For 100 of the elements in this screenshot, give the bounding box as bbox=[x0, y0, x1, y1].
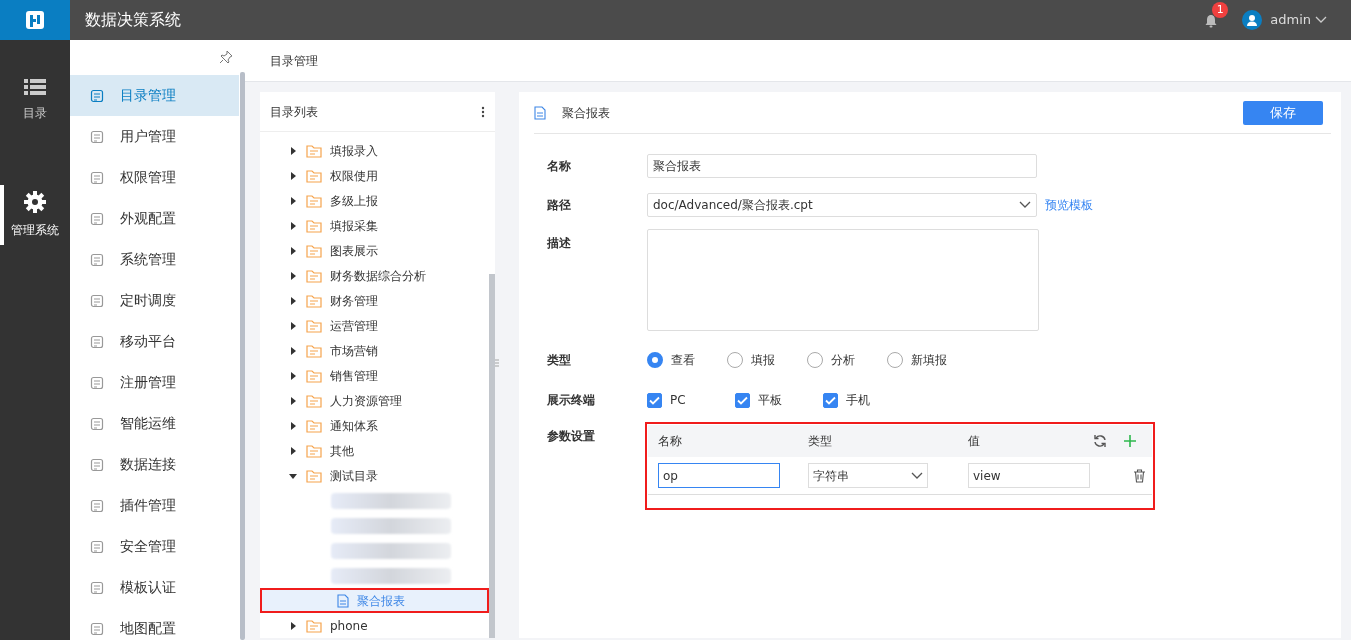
caret-right-icon[interactable] bbox=[288, 445, 298, 456]
parameter-type-dropdown[interactable]: 字符串 bbox=[808, 463, 928, 488]
tree-item[interactable]: 人力资源管理 bbox=[260, 388, 489, 413]
field-label: 路径 bbox=[547, 197, 572, 214]
folder-icon bbox=[306, 193, 322, 208]
menu-item-icon bbox=[90, 539, 104, 554]
sidebar-item[interactable]: 注册管理 bbox=[70, 362, 239, 403]
document-icon bbox=[337, 593, 349, 608]
description-field[interactable] bbox=[647, 229, 1039, 331]
logo-icon bbox=[25, 10, 45, 30]
menu-item-icon bbox=[90, 129, 104, 144]
save-button[interactable]: 保存 bbox=[1243, 100, 1323, 125]
scrollbar[interactable] bbox=[489, 274, 495, 638]
sidebar-item[interactable]: 插件管理 bbox=[70, 485, 239, 526]
rail-tab[interactable]: 管理系统 bbox=[0, 180, 70, 250]
caret-right-icon[interactable] bbox=[288, 145, 298, 156]
folder-icon bbox=[306, 343, 322, 358]
user-menu[interactable]: admin bbox=[1242, 10, 1327, 30]
caret-right-icon[interactable] bbox=[288, 295, 298, 306]
caret-right-icon[interactable] bbox=[288, 270, 298, 281]
caret-right-icon[interactable] bbox=[288, 620, 298, 631]
field-label: 名称 bbox=[547, 158, 572, 175]
delete-icon[interactable] bbox=[1133, 468, 1146, 483]
sidebar-item[interactable]: 目录管理 bbox=[70, 75, 239, 116]
menu-item-icon bbox=[90, 457, 104, 472]
radio-option[interactable]: 填报 bbox=[727, 351, 807, 369]
checkbox-option[interactable]: 手机 bbox=[823, 391, 911, 409]
column-header: 名称 bbox=[658, 433, 683, 450]
grip-icon[interactable] bbox=[495, 359, 499, 369]
settings-icon bbox=[24, 191, 46, 213]
tree-item[interactable]: 财务管理 bbox=[260, 288, 489, 313]
tree-item[interactable]: 运营管理 bbox=[260, 313, 489, 338]
tree-item[interactable]: 市场营销 bbox=[260, 338, 489, 363]
check-icon bbox=[737, 395, 748, 405]
checkbox-option[interactable]: 平板 bbox=[735, 391, 823, 409]
bell-icon[interactable] bbox=[1204, 13, 1219, 28]
folder-icon bbox=[306, 168, 322, 183]
avatar-icon bbox=[1242, 10, 1263, 30]
name-field[interactable]: 聚合报表 bbox=[647, 154, 1037, 178]
sidebar-item[interactable]: 地图配置 bbox=[70, 608, 239, 640]
tree-item[interactable]: 填报录入 bbox=[260, 138, 489, 163]
folder-icon bbox=[306, 443, 322, 458]
sidebar-item[interactable]: 智能运维 bbox=[70, 403, 239, 444]
column-header: 值 bbox=[968, 433, 981, 450]
panel-title: 目录列表 bbox=[270, 103, 318, 121]
caret-right-icon[interactable] bbox=[288, 420, 298, 431]
caret-right-icon[interactable] bbox=[288, 345, 298, 356]
folder-icon bbox=[306, 368, 322, 383]
refresh-icon[interactable] bbox=[1093, 434, 1107, 448]
checkbox[interactable] bbox=[823, 392, 838, 408]
sidebar-item[interactable]: 移动平台 bbox=[70, 321, 239, 362]
parameter-value-field[interactable]: view bbox=[968, 463, 1090, 488]
tree-item[interactable]: phone bbox=[260, 613, 489, 638]
caret-right-icon[interactable] bbox=[288, 220, 298, 231]
tree-item[interactable]: 销售管理 bbox=[260, 363, 489, 388]
caret-right-icon[interactable] bbox=[288, 320, 298, 331]
tree-item[interactable]: 其他 bbox=[260, 438, 489, 463]
tree-item[interactable]: 通知体系 bbox=[260, 413, 489, 438]
path-dropdown[interactable]: doc/Advanced/聚合报表.cpt bbox=[647, 193, 1037, 217]
folder-icon bbox=[306, 468, 322, 483]
checkbox[interactable] bbox=[735, 392, 750, 408]
tree-item[interactable]: 多级上报 bbox=[260, 188, 489, 213]
tree-item[interactable]: 财务数据综合分析 bbox=[260, 263, 489, 288]
radio-button[interactable] bbox=[647, 352, 663, 368]
parameter-name-field[interactable]: op bbox=[658, 463, 780, 488]
rail-tab[interactable]: 目录 bbox=[0, 65, 70, 135]
sidebar-item[interactable]: 数据连接 bbox=[70, 444, 239, 485]
editor-title: 聚合报表 bbox=[562, 104, 610, 122]
caret-right-icon[interactable] bbox=[288, 170, 298, 181]
caret-right-icon[interactable] bbox=[288, 195, 298, 206]
sidebar-item[interactable]: 安全管理 bbox=[70, 526, 239, 567]
field-label: 参数设置 bbox=[547, 428, 596, 445]
preview-link[interactable]: 预览模板 bbox=[1045, 193, 1093, 217]
folder-icon bbox=[306, 418, 322, 433]
radio-option[interactable]: 查看 bbox=[647, 351, 727, 369]
tree-item[interactable]: 权限使用 bbox=[260, 163, 489, 188]
sidebar-item[interactable]: 权限管理 bbox=[70, 157, 239, 198]
checkbox-option[interactable]: PC bbox=[647, 391, 735, 409]
checkbox[interactable] bbox=[647, 392, 662, 408]
pin-icon[interactable] bbox=[219, 50, 233, 64]
sidebar-item[interactable]: 模板认证 bbox=[70, 567, 239, 608]
caret-right-icon[interactable] bbox=[288, 245, 298, 256]
field-label: 类型 bbox=[547, 352, 572, 369]
radio-option[interactable]: 新填报 bbox=[887, 351, 967, 369]
field-label: 描述 bbox=[547, 235, 572, 252]
menu-item-icon bbox=[90, 170, 104, 185]
sidebar-item[interactable]: 系统管理 bbox=[70, 239, 239, 280]
radio-option[interactable]: 分析 bbox=[807, 351, 887, 369]
tree-item[interactable]: 图表展示 bbox=[260, 238, 489, 263]
chevron-down-icon bbox=[1315, 16, 1327, 24]
menu-item-icon bbox=[90, 211, 104, 226]
more-icon[interactable] bbox=[481, 105, 485, 118]
caret-right-icon[interactable] bbox=[288, 395, 298, 406]
sidebar-item[interactable]: 外观配置 bbox=[70, 198, 239, 239]
sidebar-item[interactable]: 定时调度 bbox=[70, 280, 239, 321]
sidebar-item[interactable]: 用户管理 bbox=[70, 116, 239, 157]
tree-item[interactable]: 填报采集 bbox=[260, 213, 489, 238]
scrollbar[interactable] bbox=[240, 72, 245, 640]
tree-item[interactable]: 测试目录 bbox=[260, 463, 489, 488]
caret-right-icon[interactable] bbox=[288, 370, 298, 381]
